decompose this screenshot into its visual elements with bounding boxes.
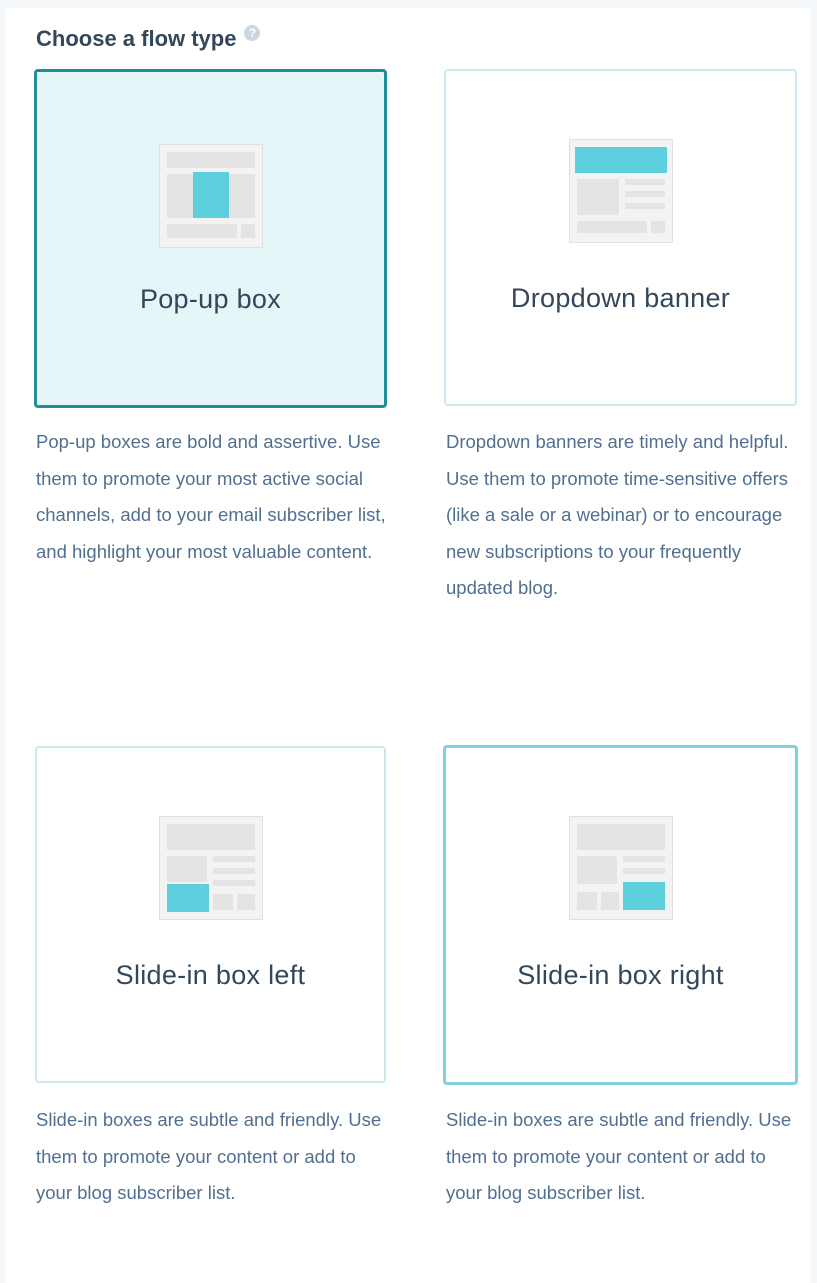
- flow-option-dropdown-banner[interactable]: Dropdown banner: [444, 69, 797, 406]
- option-description: Slide-in boxes are subtle and friendly. …: [446, 1109, 792, 1203]
- flow-option-slide-in-left[interactable]: Slide-in box left: [35, 746, 386, 1083]
- slide-in-left-icon: [158, 816, 263, 920]
- flow-option-popup-box[interactable]: Pop-up box: [34, 69, 387, 408]
- popup-box-icon: [158, 144, 263, 248]
- option-label: Slide-in box left: [115, 960, 306, 990]
- heading-title: Choose a flow type: [36, 26, 237, 51]
- flow-option-slide-in-right[interactable]: Slide-in box right: [443, 745, 798, 1085]
- slide-in-right-icon: [568, 816, 673, 920]
- section-heading: Choose a flow type ?: [36, 25, 261, 52]
- option-description: Slide-in boxes are subtle and friendly. …: [36, 1109, 382, 1203]
- help-icon[interactable]: ?: [244, 25, 261, 41]
- option-label: Slide-in box right: [517, 960, 724, 990]
- option-label: Dropdown banner: [510, 283, 731, 313]
- option-description: Dropdown banners are timely and helpful.…: [446, 431, 789, 598]
- dropdown-banner-icon: [568, 139, 673, 243]
- option-label: Pop-up box: [139, 284, 282, 314]
- option-description: Pop-up boxes are bold and assertive. Use…: [36, 431, 386, 562]
